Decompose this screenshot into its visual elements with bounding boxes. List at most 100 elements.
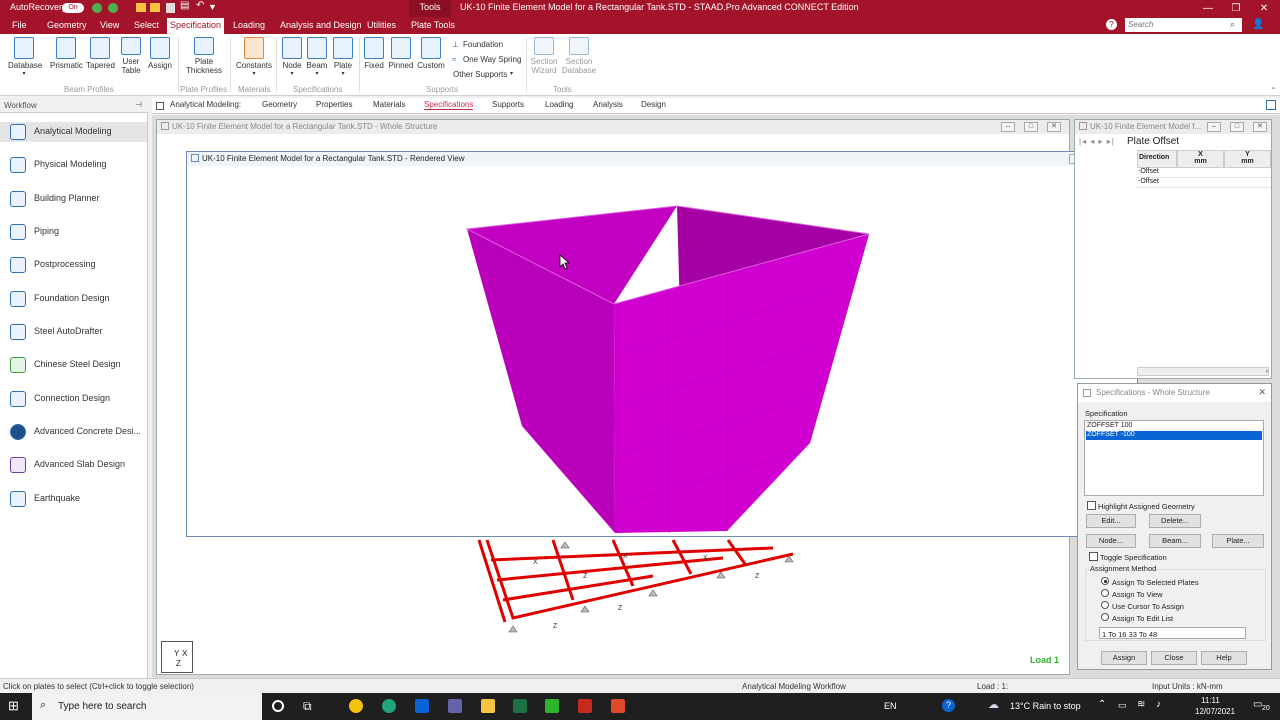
assign-profile-button[interactable]: Assign	[147, 37, 173, 70]
excel-icon[interactable]	[513, 699, 527, 713]
custom-support-button[interactable]: Custom	[417, 37, 445, 70]
dialog-close-icon[interactable]: ✕	[1258, 387, 1266, 398]
rendered-view-window[interactable]: UK-10 Finite Element Model for a Rectang…	[186, 151, 1138, 537]
save-file-icon[interactable]	[166, 3, 175, 13]
tab-specifications[interactable]: Specifications	[424, 100, 474, 110]
other-supports-dropdown-icon[interactable]: ▾	[510, 70, 513, 77]
plate-offset-tab[interactable]: Plate Offset	[1127, 136, 1179, 147]
node-spec-button[interactable]: Node ▾	[280, 37, 304, 77]
whole-minimize-button[interactable]: –	[1001, 122, 1015, 132]
undo-icon[interactable]: ↶	[196, 0, 204, 11]
edit-list-input[interactable]: 1 To 16 33 To 48	[1099, 627, 1246, 639]
plate-spec-button[interactable]: Plate ▾	[331, 37, 355, 77]
volume-icon[interactable]: ♪	[1156, 699, 1161, 710]
table-row[interactable]: -Offset	[1137, 168, 1271, 178]
radio-use-cursor[interactable]	[1101, 601, 1109, 609]
section-database-button[interactable]: Section Database	[561, 37, 597, 75]
app-red-icon[interactable]	[611, 699, 625, 713]
table-row[interactable]: -Offset	[1137, 178, 1271, 188]
menu-loading[interactable]: Loading	[233, 20, 265, 30]
tab-scroll-arrows[interactable]: |◂ ◂ ▸ ▸|	[1079, 137, 1115, 146]
app-green-icon[interactable]	[545, 699, 559, 713]
file-explorer-icon[interactable]	[481, 699, 495, 713]
help-icon[interactable]: ?	[1106, 19, 1117, 30]
whole-close-button[interactable]: ✕	[1047, 122, 1061, 132]
clock-time[interactable]: 11:11	[1201, 696, 1220, 705]
search-input[interactable]: Search	[1125, 18, 1242, 32]
prismatic-button[interactable]: Prismatic	[50, 37, 83, 70]
menu-plate-tools[interactable]: Plate Tools	[411, 20, 455, 30]
help-button[interactable]: Help	[1201, 651, 1247, 665]
menu-analysis-design[interactable]: Analysis and Design	[280, 20, 362, 30]
tab-supports[interactable]: Supports	[492, 100, 524, 109]
rendered-tank-model[interactable]	[187, 166, 1137, 536]
toggle-specification-checkbox[interactable]	[1089, 552, 1098, 561]
whole-maximize-button[interactable]: □	[1024, 122, 1038, 132]
maximize-icon[interactable]: ❐	[1222, 0, 1250, 17]
menu-view[interactable]: View	[100, 20, 119, 30]
forward-icon[interactable]	[108, 3, 118, 13]
delete-button[interactable]: Delete...	[1149, 514, 1201, 528]
menu-specification[interactable]: Specification	[167, 18, 225, 34]
table-close-button[interactable]: ✕	[1253, 122, 1267, 132]
node-button[interactable]: Node...	[1086, 534, 1136, 548]
view-layout-icon[interactable]	[1266, 100, 1276, 110]
workflow-item-analytical-modeling[interactable]: Analytical Modeling	[0, 122, 147, 142]
edit-button[interactable]: Edit...	[1086, 514, 1136, 528]
search-icon[interactable]: ⌕	[1230, 19, 1235, 30]
tab-design[interactable]: Design	[641, 100, 666, 109]
pinned-support-button[interactable]: Pinned	[388, 37, 414, 70]
quick-access-dropdown-icon[interactable]: ▼	[208, 2, 217, 12]
foundation-button[interactable]: Foundation	[463, 40, 503, 49]
pin-icon[interactable]: ⊣	[135, 100, 142, 109]
plate-button[interactable]: Plate...	[1212, 534, 1264, 548]
menu-geometry[interactable]: Geometry	[47, 20, 87, 30]
print-icon[interactable]: ▤	[180, 0, 189, 11]
windows-start-icon[interactable]: ⊞	[8, 698, 19, 714]
chrome-icon[interactable]	[349, 699, 363, 713]
tab-analysis[interactable]: Analysis	[593, 100, 623, 109]
beam-spec-button[interactable]: Beam ▾	[305, 37, 329, 77]
save-icon[interactable]	[92, 3, 102, 13]
one-way-spring-button[interactable]: One Way Spring	[463, 55, 521, 64]
tab-materials[interactable]: Materials	[373, 100, 405, 109]
open-folder-icon[interactable]	[150, 3, 160, 12]
tab-geometry[interactable]: Geometry	[262, 100, 297, 109]
weather-text[interactable]: 13°C Rain to stop	[1010, 701, 1081, 711]
task-view-icon[interactable]: ⧉	[303, 699, 312, 714]
table-minimize-button[interactable]: –	[1207, 122, 1221, 132]
list-item-selected[interactable]: ZOFFSET -100	[1086, 431, 1262, 440]
user-table-button[interactable]: User Table	[118, 37, 144, 75]
plate-thickness-button[interactable]: Plate Thickness	[184, 37, 224, 75]
section-wizard-button[interactable]: Section Wizard	[530, 37, 558, 75]
edge-icon[interactable]	[382, 699, 396, 713]
staad-icon[interactable]	[578, 699, 592, 713]
table-maximize-button[interactable]: □	[1230, 122, 1244, 132]
list-item[interactable]: ZOFFSET 100	[1086, 422, 1262, 431]
clock-date[interactable]: 12/07/2021	[1195, 707, 1235, 716]
other-supports-button[interactable]: Other Supports	[453, 70, 507, 79]
specification-list[interactable]: ZOFFSET 100 ZOFFSET -100	[1084, 420, 1264, 496]
wifi-icon[interactable]: ≋	[1137, 699, 1145, 710]
tray-overflow-icon[interactable]: ⌃	[1098, 699, 1106, 710]
beam-button[interactable]: Beam...	[1149, 534, 1201, 548]
close-button[interactable]: Close	[1151, 651, 1197, 665]
new-file-icon[interactable]	[136, 3, 146, 12]
horizontal-scrollbar[interactable]: ›	[1137, 367, 1269, 376]
highlight-checkbox[interactable]	[1087, 501, 1096, 510]
network-icon[interactable]: ▭	[1118, 700, 1127, 711]
plate-offset-table-window[interactable]: UK-10 Finite Element Model f... – □ ✕ |◂…	[1074, 119, 1272, 379]
structure-wireframe[interactable]: X Z X X Z Z Z	[473, 538, 803, 633]
help-circle-icon[interactable]: ?	[942, 699, 955, 712]
tab-properties[interactable]: Properties	[316, 100, 352, 109]
cortana-icon[interactable]	[272, 700, 284, 712]
assign-button[interactable]: Assign	[1101, 651, 1147, 665]
constants-button[interactable]: Constants ▾	[236, 37, 272, 77]
database-button[interactable]: Database ▾	[8, 37, 42, 77]
radio-assign-to-view[interactable]	[1101, 589, 1109, 597]
collapse-ribbon-icon[interactable]: ⌃	[1270, 86, 1277, 95]
taskbar-search[interactable]: ⌕ Type here to search	[32, 693, 262, 720]
user-icon[interactable]: 👤	[1252, 19, 1264, 30]
autorecovery-toggle[interactable]: On	[62, 3, 84, 13]
teams-icon[interactable]	[448, 699, 462, 713]
